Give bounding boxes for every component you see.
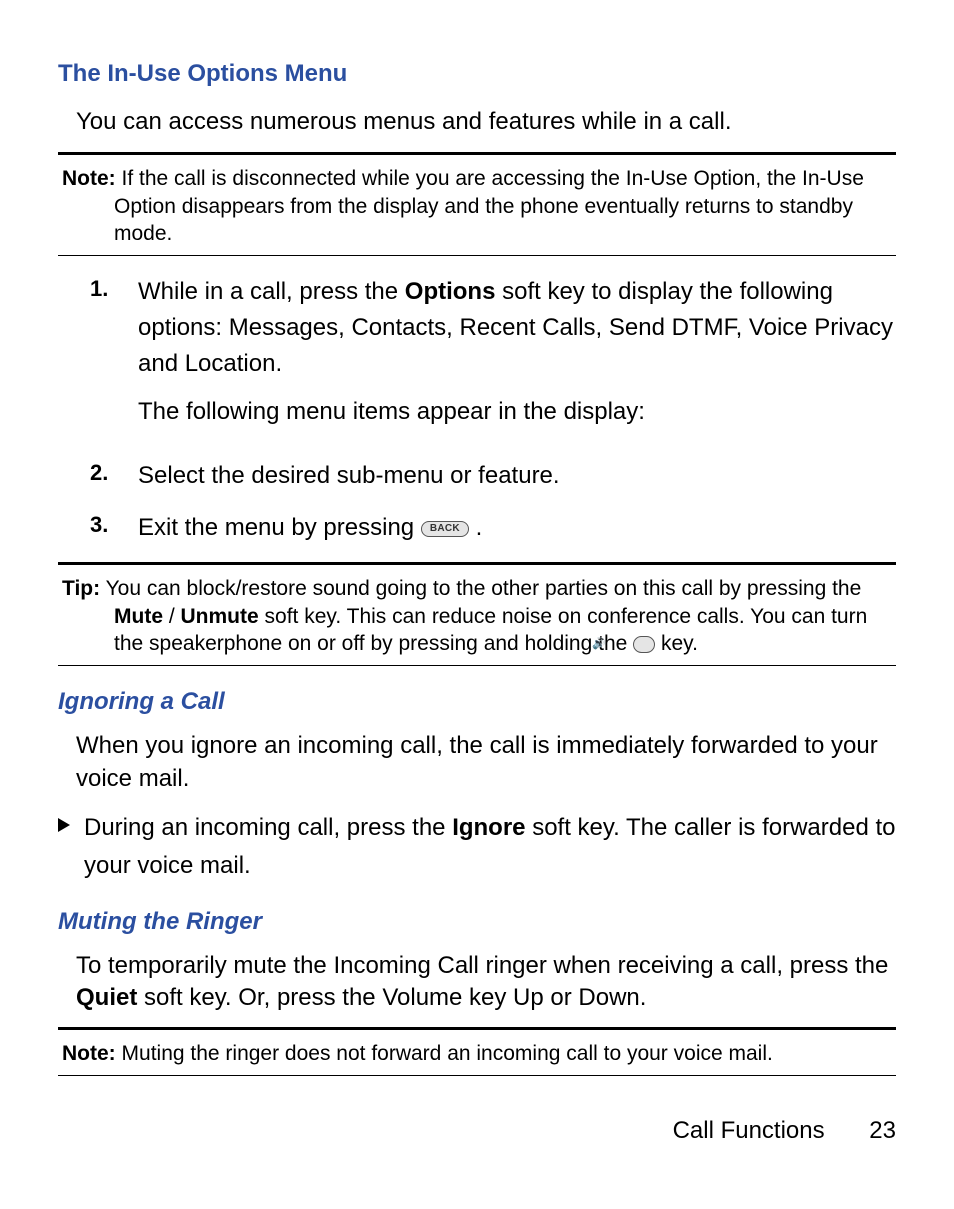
muting-tail: soft key. Or, press the Volume key Up or… <box>137 984 646 1011</box>
note-label: Note: <box>62 167 116 190</box>
heading-muting-ringer: Muting the Ringer <box>58 908 896 936</box>
step-content: Exit the menu by pressing BACK . <box>138 510 896 546</box>
quiet-label: Quiet <box>76 984 137 1011</box>
back-key-icon: BACK <box>421 521 469 537</box>
divider <box>58 562 896 565</box>
tip-label: Tip: <box>62 577 100 600</box>
speaker-key-icon: 🔊 <box>633 636 655 653</box>
bullet-item: During an incoming call, press the Ignor… <box>58 809 896 886</box>
step-content: Select the desired sub-menu or feature. <box>138 458 896 494</box>
note-text: Note: If the call is disconnected while … <box>62 165 896 247</box>
step-3: 3. Exit the menu by pressing BACK . <box>90 510 896 546</box>
triangle-bullet-icon <box>58 818 70 832</box>
document-page: The In-Use Options Menu You can access n… <box>0 0 954 1209</box>
note-body: Muting the ringer does not forward an in… <box>122 1042 773 1065</box>
heading-in-use-options: The In-Use Options Menu <box>58 60 896 88</box>
tip-text: Tip: You can block/restore sound going t… <box>62 575 896 657</box>
intro-paragraph: You can access numerous menus and featur… <box>76 106 896 138</box>
footer-section-title: Call Functions <box>673 1117 825 1144</box>
bullet-text: During an incoming call, press the Ignor… <box>84 809 896 886</box>
muting-paragraph: To temporarily mute the Incoming Call ri… <box>76 950 896 1015</box>
tip-part: You can block/restore sound going to the… <box>106 577 862 600</box>
step-extra: The following menu items appear in the d… <box>138 394 896 430</box>
step-1: 1. While in a call, press the Options so… <box>90 274 896 442</box>
step-bold: Options <box>405 278 496 305</box>
mute-label: Mute <box>114 605 163 628</box>
tip-block: Tip: You can block/restore sound going t… <box>58 575 896 657</box>
muting-lead: To temporarily mute the Incoming Call ri… <box>76 952 888 979</box>
note-block-2: Note: Muting the ringer does not forward… <box>58 1040 896 1067</box>
ignoring-paragraph: When you ignore an incoming call, the ca… <box>76 730 896 795</box>
divider <box>58 255 896 256</box>
step-number: 2. <box>90 458 138 494</box>
note-text: Note: Muting the ringer does not forward… <box>62 1040 896 1067</box>
step-text-lead: Exit the menu by pressing <box>138 514 421 541</box>
step-text-lead: Select the desired sub-menu or feature. <box>138 462 560 489</box>
step-text-tail: . <box>476 514 483 541</box>
note-block-1: Note: If the call is disconnected while … <box>58 165 896 247</box>
tip-part: key. <box>655 632 698 655</box>
step-number: 3. <box>90 510 138 546</box>
footer-page-number: 23 <box>869 1117 896 1144</box>
tip-part: / <box>163 605 181 628</box>
note-label: Note: <box>62 1042 116 1065</box>
step-content: While in a call, press the Options soft … <box>138 274 896 442</box>
steps-list: 1. While in a call, press the Options so… <box>90 274 896 546</box>
divider <box>58 1075 896 1076</box>
step-2: 2. Select the desired sub-menu or featur… <box>90 458 896 494</box>
unmute-label: Unmute <box>181 605 259 628</box>
heading-ignoring-call: Ignoring a Call <box>58 688 896 716</box>
divider <box>58 1027 896 1030</box>
ignore-label: Ignore <box>452 814 525 841</box>
page-footer: Call Functions 23 <box>673 1117 896 1145</box>
divider <box>58 665 896 666</box>
step-text-lead: While in a call, press the <box>138 278 405 305</box>
divider <box>58 152 896 155</box>
bullet-lead: During an incoming call, press the <box>84 814 452 841</box>
step-number: 1. <box>90 274 138 442</box>
note-body: If the call is disconnected while you ar… <box>114 167 864 245</box>
